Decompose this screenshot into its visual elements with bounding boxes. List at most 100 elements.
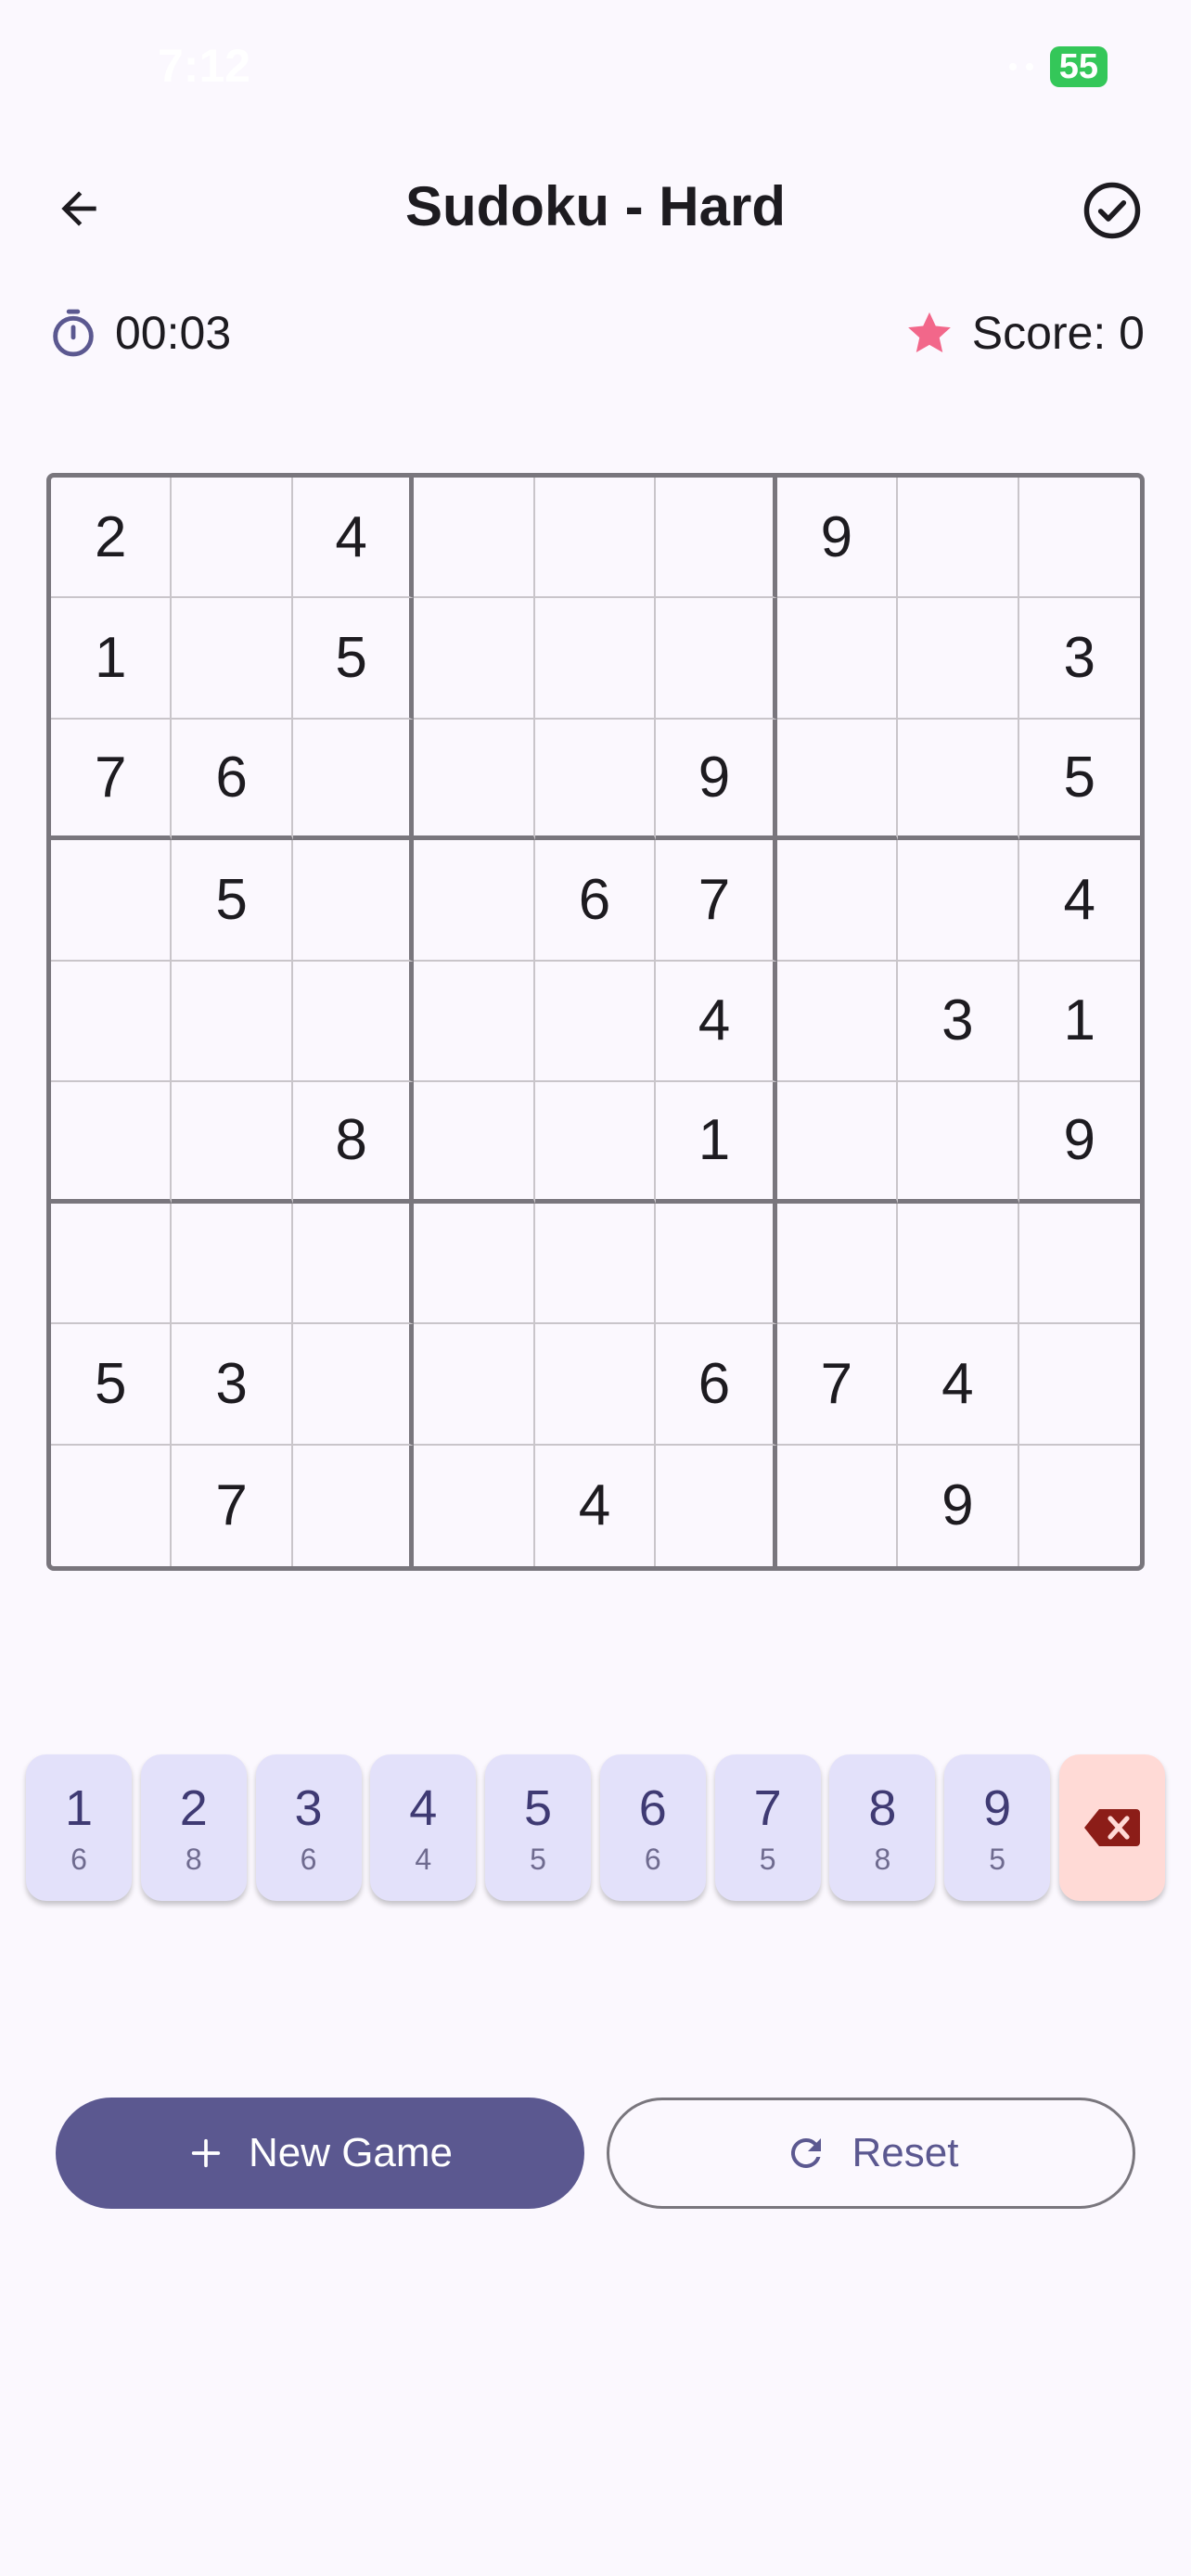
sudoku-cell[interactable] — [292, 1203, 415, 1325]
sudoku-board: 2491537695567443181953674749 — [46, 473, 1145, 1571]
sudoku-cell[interactable] — [414, 840, 535, 962]
sudoku-cell[interactable] — [172, 1203, 293, 1325]
sudoku-cell[interactable] — [414, 598, 535, 720]
sudoku-cell[interactable] — [656, 1203, 777, 1325]
sudoku-cell[interactable]: 6 — [534, 840, 657, 962]
sudoku-cell[interactable]: 4 — [656, 961, 777, 1083]
sudoku-cell[interactable] — [414, 1203, 535, 1325]
number-key-9[interactable]: 95 — [944, 1754, 1051, 1901]
sudoku-cell[interactable]: 8 — [292, 1082, 415, 1204]
sudoku-cell[interactable] — [172, 961, 293, 1083]
reset-button[interactable]: Reset — [607, 2098, 1135, 2209]
sudoku-cell[interactable] — [777, 1445, 899, 1566]
status-time: 7:12 — [158, 40, 251, 92]
sudoku-cell[interactable] — [414, 1445, 535, 1566]
sudoku-cell[interactable]: 5 — [292, 598, 415, 720]
number-key-8[interactable]: 88 — [829, 1754, 936, 1901]
number-key-4[interactable]: 44 — [370, 1754, 477, 1901]
number-key-digit: 7 — [753, 1779, 782, 1836]
sudoku-cell[interactable]: 3 — [1018, 598, 1140, 720]
sudoku-cell[interactable] — [534, 719, 657, 841]
sudoku-cell[interactable] — [414, 1082, 535, 1204]
new-game-button[interactable]: New Game — [56, 2098, 584, 2209]
sudoku-cell[interactable]: 5 — [1018, 720, 1140, 841]
sudoku-cell[interactable] — [534, 598, 657, 720]
sudoku-cell[interactable] — [51, 1082, 173, 1204]
sudoku-cell[interactable] — [898, 719, 1019, 841]
sudoku-cell[interactable]: 9 — [1018, 1082, 1140, 1204]
sudoku-cell[interactable]: 3 — [898, 961, 1019, 1083]
sudoku-cell[interactable] — [656, 478, 777, 599]
number-key-remaining-count: 5 — [759, 1842, 776, 1876]
sudoku-cell[interactable] — [414, 719, 535, 841]
sudoku-cell[interactable]: 4 — [535, 1445, 657, 1566]
sudoku-cell[interactable] — [414, 478, 535, 599]
sudoku-cell[interactable] — [1018, 478, 1140, 599]
sudoku-cell[interactable] — [292, 1324, 415, 1446]
sudoku-cell[interactable]: 4 — [898, 1324, 1019, 1446]
sudoku-cell[interactable]: 4 — [292, 478, 415, 599]
sudoku-cell[interactable]: 9 — [776, 478, 899, 599]
number-key-6[interactable]: 66 — [599, 1754, 706, 1901]
sudoku-cell[interactable]: 6 — [656, 1324, 777, 1446]
number-key-1[interactable]: 16 — [26, 1754, 132, 1901]
sudoku-cell[interactable]: 7 — [776, 1324, 899, 1446]
sudoku-cell[interactable] — [293, 1445, 415, 1566]
sudoku-cell[interactable] — [534, 961, 657, 1083]
number-key-2[interactable]: 28 — [140, 1754, 247, 1901]
sudoku-cell[interactable] — [656, 598, 777, 720]
sudoku-cell[interactable]: 7 — [172, 1445, 293, 1566]
sudoku-cell[interactable] — [776, 598, 899, 720]
check-solution-button[interactable] — [1070, 169, 1154, 252]
sudoku-cell[interactable] — [292, 840, 415, 962]
sudoku-cell[interactable] — [898, 598, 1019, 720]
sudoku-cell[interactable] — [534, 1082, 657, 1204]
sudoku-cell[interactable] — [172, 598, 293, 720]
sudoku-cell[interactable] — [656, 1445, 777, 1566]
sudoku-cell[interactable] — [534, 478, 657, 599]
sudoku-cell[interactable]: 5 — [172, 840, 293, 962]
sudoku-cell[interactable] — [898, 840, 1019, 962]
sudoku-cell[interactable]: 9 — [898, 1445, 1019, 1566]
sudoku-cell[interactable] — [414, 961, 535, 1083]
sudoku-cell[interactable]: 2 — [51, 478, 173, 599]
number-key-3[interactable]: 36 — [255, 1754, 362, 1901]
sudoku-cell[interactable] — [51, 840, 173, 962]
number-key-7[interactable]: 75 — [714, 1754, 821, 1901]
sudoku-cell[interactable] — [534, 1203, 657, 1325]
sudoku-cell[interactable] — [776, 1082, 899, 1204]
sudoku-cell[interactable] — [172, 478, 293, 599]
number-key-digit: 2 — [179, 1779, 208, 1836]
number-key-5[interactable]: 55 — [485, 1754, 592, 1901]
sudoku-cell[interactable] — [898, 1082, 1019, 1204]
sudoku-cell[interactable] — [51, 1203, 173, 1325]
sudoku-cell[interactable]: 1 — [656, 1082, 777, 1204]
sudoku-cell[interactable]: 5 — [51, 1324, 173, 1446]
sudoku-cell[interactable] — [292, 961, 415, 1083]
plus-icon — [191, 2138, 221, 2168]
sudoku-cell[interactable] — [776, 1203, 899, 1325]
sudoku-cell[interactable]: 1 — [1018, 962, 1140, 1083]
sudoku-cell[interactable] — [51, 961, 173, 1083]
sudoku-cell[interactable] — [776, 840, 899, 962]
sudoku-cell[interactable]: 6 — [172, 719, 293, 841]
sudoku-cell[interactable] — [172, 1082, 293, 1204]
sudoku-cell[interactable] — [534, 1324, 657, 1446]
sudoku-cell[interactable] — [51, 1445, 173, 1566]
sudoku-cell[interactable] — [414, 1324, 535, 1446]
sudoku-cell[interactable]: 7 — [656, 840, 777, 962]
sudoku-cell[interactable]: 9 — [656, 719, 777, 841]
sudoku-cell[interactable] — [898, 478, 1019, 599]
sudoku-cell[interactable] — [292, 719, 415, 841]
erase-button[interactable] — [1058, 1754, 1165, 1901]
sudoku-cell[interactable] — [1018, 1324, 1140, 1446]
sudoku-cell[interactable] — [1018, 1204, 1140, 1325]
sudoku-cell[interactable]: 3 — [172, 1324, 293, 1446]
sudoku-cell[interactable] — [1019, 1446, 1140, 1566]
sudoku-cell[interactable]: 1 — [51, 598, 173, 720]
sudoku-cell[interactable] — [776, 961, 899, 1083]
sudoku-cell[interactable] — [776, 719, 899, 841]
sudoku-cell[interactable]: 7 — [51, 719, 173, 841]
sudoku-cell[interactable]: 4 — [1018, 840, 1140, 962]
sudoku-cell[interactable] — [898, 1203, 1019, 1325]
